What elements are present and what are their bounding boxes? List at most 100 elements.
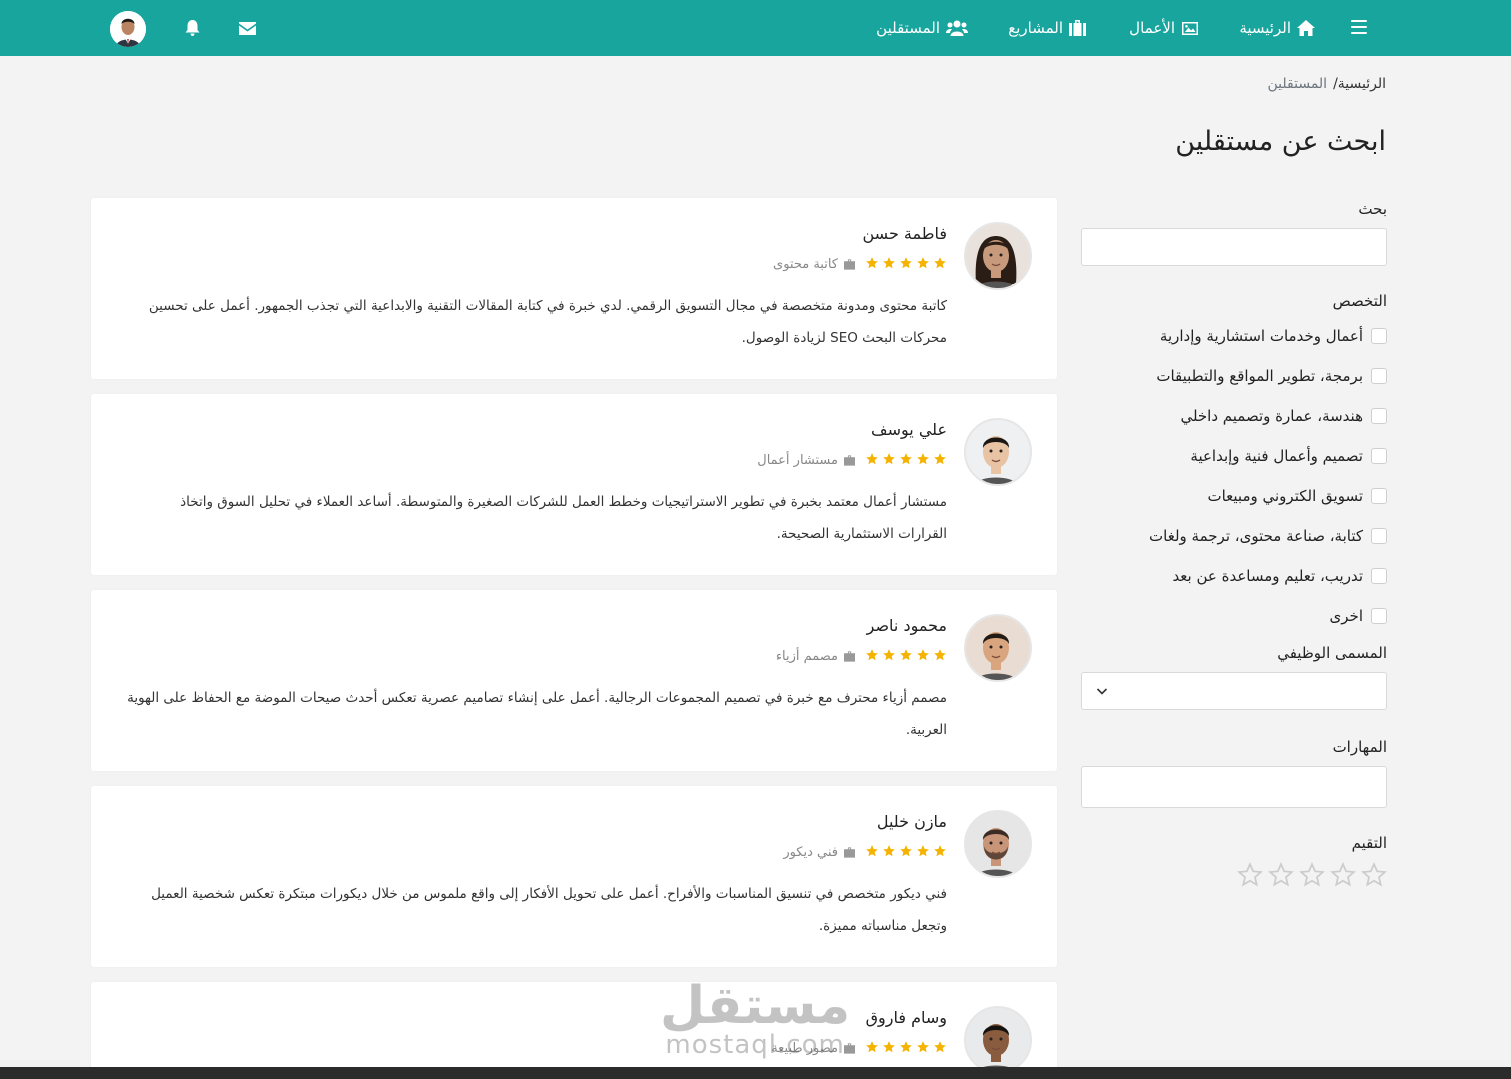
specialty-label: التخصص <box>1332 292 1387 310</box>
freelancer-avatar[interactable] <box>964 810 1032 878</box>
freelancer-bio: كاتبة محتوى ومدونة متخصصة في مجال التسوي… <box>148 298 947 346</box>
page-title: ابحث عن مستقلين <box>1175 126 1386 157</box>
specialty-option-label: كتابة، صناعة محتوى، ترجمة ولغات <box>1149 527 1363 545</box>
specialty-option[interactable]: تسويق الكتروني ومبيعات <box>1081 476 1387 516</box>
home-icon <box>1297 20 1315 36</box>
rating-label: التقيم <box>1351 834 1387 852</box>
freelancer-card[interactable]: محمود ناصر مصمم أزياء مصمم أزياء محترف مع … <box>91 590 1057 771</box>
specialty-option[interactable]: كتابة، صناعة محتوى، ترجمة ولغات <box>1081 516 1387 556</box>
freelancer-card[interactable]: علي يوسف مستشار أعمال مستشار أعمال معتمد ب… <box>91 394 1057 575</box>
freelancer-job: كاتبة محتوى <box>773 257 855 272</box>
freelancer-avatar[interactable] <box>964 222 1032 290</box>
freelancer-meta: مصور طبيعة <box>771 1039 947 1058</box>
freelancer-name[interactable]: فاطمة حسن <box>862 224 947 243</box>
star-icon <box>899 647 913 666</box>
specialty-checkbox[interactable] <box>1371 448 1387 464</box>
rating-star-icon[interactable] <box>1237 862 1263 892</box>
notifications-button[interactable] <box>185 0 200 56</box>
freelancer-name[interactable]: مازن خليل <box>877 812 947 831</box>
specialty-checkbox[interactable] <box>1371 408 1387 424</box>
freelancer-job: مصمم أزياء <box>776 649 855 664</box>
rating-star-icon[interactable] <box>1361 862 1387 892</box>
freelancer-meta: كاتبة محتوى <box>773 255 947 274</box>
star-icon <box>899 255 913 274</box>
star-icon <box>899 1039 913 1058</box>
star-icon <box>899 843 913 862</box>
star-icon <box>933 647 947 666</box>
specialty-option[interactable]: أعمال وخدمات استشارية وإدارية <box>1081 316 1387 356</box>
freelancer-avatar[interactable] <box>964 1006 1032 1074</box>
specialty-checkbox[interactable] <box>1371 328 1387 344</box>
star-icon <box>882 255 896 274</box>
nav-projects[interactable]: المشاريع <box>1008 0 1086 56</box>
messages-button[interactable] <box>239 0 256 56</box>
nav-works[interactable]: الأعمال <box>1129 0 1199 56</box>
star-icon <box>865 1039 879 1058</box>
specialty-option[interactable]: هندسة، عمارة وتصميم داخلي <box>1081 396 1387 436</box>
envelope-icon <box>239 21 256 35</box>
specialty-checkbox[interactable] <box>1371 528 1387 544</box>
briefcase-icon <box>844 847 855 858</box>
skills-input[interactable] <box>1081 766 1387 808</box>
rating-star-icon[interactable] <box>1330 862 1356 892</box>
breadcrumb-home[interactable]: الرئيسية/ <box>1333 76 1386 92</box>
user-avatar[interactable] <box>110 11 146 47</box>
nav-freelancers-label: المستقلين <box>876 19 940 37</box>
star-icon <box>865 451 879 470</box>
specialty-option[interactable]: برمجة، تطوير المواقع والتطبيقات <box>1081 356 1387 396</box>
freelancer-name[interactable]: محمود ناصر <box>867 616 947 635</box>
search-input[interactable] <box>1081 228 1387 266</box>
freelancer-meta: مصمم أزياء <box>776 647 947 666</box>
star-icon <box>933 843 947 862</box>
job-title-select[interactable] <box>1081 672 1387 710</box>
specialty-option[interactable]: تدريب، تعليم ومساعدة عن بعد <box>1081 556 1387 596</box>
job-title-label: المسمى الوظيفي <box>1277 644 1387 662</box>
freelancer-job: فني ديكور <box>783 845 855 860</box>
specialty-checkbox[interactable] <box>1371 568 1387 584</box>
star-icon <box>882 451 896 470</box>
menu-toggle-icon[interactable] <box>1351 20 1367 34</box>
specialty-checkbox[interactable] <box>1371 368 1387 384</box>
star-icon <box>916 647 930 666</box>
specialty-option-label: تدريب، تعليم ومساعدة عن بعد <box>1172 567 1363 585</box>
specialty-option-label: هندسة، عمارة وتصميم داخلي <box>1180 407 1363 425</box>
star-icon <box>865 255 879 274</box>
rating-filter[interactable] <box>1081 862 1387 892</box>
rating-star-icon[interactable] <box>1268 862 1294 892</box>
specialty-option-label: برمجة، تطوير المواقع والتطبيقات <box>1156 367 1363 385</box>
filter-sidebar: بحث التخصص أعمال وخدمات استشارية وإدارية… <box>1081 200 1387 892</box>
specialty-option[interactable]: اخرى <box>1081 596 1387 636</box>
freelancer-meta: مستشار أعمال <box>757 451 947 470</box>
search-label: بحث <box>1358 200 1387 218</box>
freelancer-job-label: مستشار أعمال <box>757 453 838 468</box>
freelancer-name[interactable]: وسام فاروق <box>866 1008 947 1027</box>
freelancer-name[interactable]: علي يوسف <box>871 420 947 439</box>
nav-projects-label: المشاريع <box>1008 19 1063 37</box>
freelancer-avatar[interactable] <box>964 418 1032 486</box>
os-taskbar <box>0 1067 1511 1079</box>
briefcase-icon <box>844 651 855 662</box>
rating-star-icon[interactable] <box>1299 862 1325 892</box>
user-photo <box>110 11 146 47</box>
freelancer-card[interactable]: وسام فاروق مصور طبيعة <box>91 982 1057 1079</box>
freelancer-bio: فني ديكور متخصص في تنسيق المناسبات والأف… <box>151 886 947 934</box>
star-icon <box>916 255 930 274</box>
freelancer-card[interactable]: فاطمة حسن كاتبة محتوى كاتبة محتوى ومدونة م… <box>91 198 1057 379</box>
specialty-checkbox[interactable] <box>1371 608 1387 624</box>
freelancer-card[interactable]: مازن خليل فني ديكور فني ديكور متخصص في تنس… <box>91 786 1057 967</box>
freelancer-bio: مستشار أعمال معتمد بخبرة في تطوير الاستر… <box>180 494 947 542</box>
freelancer-meta: فني ديكور <box>783 843 947 862</box>
specialty-option[interactable]: تصميم وأعمال فنية وإبداعية <box>1081 436 1387 476</box>
skills-label: المهارات <box>1332 738 1387 756</box>
nav-home[interactable]: الرئيسية <box>1239 0 1315 56</box>
freelancer-avatar[interactable] <box>964 614 1032 682</box>
briefcase-icon <box>844 1043 855 1054</box>
freelancer-job-label: فني ديكور <box>783 845 838 860</box>
nav-freelancers[interactable]: المستقلين <box>876 0 968 56</box>
freelancer-rating <box>865 451 947 470</box>
star-icon <box>865 647 879 666</box>
specialty-list: أعمال وخدمات استشارية وإدارية برمجة، تطوي… <box>1081 316 1387 636</box>
specialty-checkbox[interactable] <box>1371 488 1387 504</box>
star-icon <box>865 843 879 862</box>
freelancer-rating <box>865 647 947 666</box>
